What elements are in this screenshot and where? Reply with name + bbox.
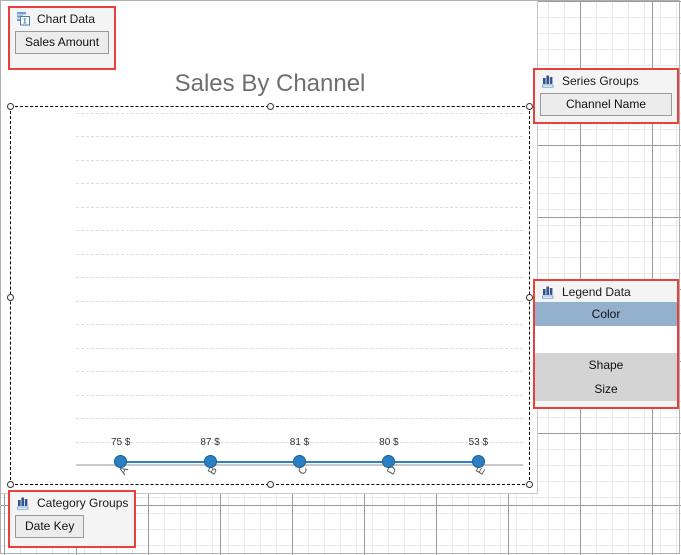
resize-handle-e[interactable] — [526, 294, 533, 301]
category-groups-panel-title: Category Groups — [37, 496, 129, 510]
gridline — [76, 348, 523, 349]
chart-title: Sales By Channel — [174, 70, 366, 97]
chart-data-panel-header: Chart Data — [10, 8, 114, 29]
field-date-key[interactable]: Date Key — [15, 515, 85, 538]
legend-row-color[interactable]: Color — [535, 302, 677, 326]
category-groups-panel-body[interactable]: Date Key — [10, 513, 134, 544]
resize-handle-w[interactable] — [7, 294, 14, 301]
gridline — [76, 160, 523, 161]
gridline — [76, 113, 523, 114]
legend-data-panel-title: Legend Data — [562, 285, 631, 299]
series-groups-panel-title: Series Groups — [562, 74, 639, 88]
legend-row-size[interactable]: Size — [535, 377, 677, 401]
chart-data-icon — [16, 12, 31, 26]
chart-data-panel-title: Chart Data — [37, 12, 96, 26]
legend-row-empty[interactable] — [535, 326, 677, 353]
gridline — [76, 277, 523, 278]
category-groups-panel[interactable]: Category Groups Date Key — [8, 490, 136, 548]
bar-chart-icon — [16, 496, 31, 510]
bar-chart-icon — [541, 285, 556, 299]
legend-data-panel-header: Legend Data — [535, 281, 677, 302]
category-groups-panel-header: Category Groups — [10, 492, 134, 513]
gridline — [76, 230, 523, 231]
gridline — [76, 301, 523, 302]
gridline — [76, 418, 523, 419]
resize-handle-sw[interactable] — [7, 481, 14, 488]
series-groups-panel-body[interactable]: Channel Name — [535, 91, 677, 122]
series-groups-panel-header: Series Groups — [535, 70, 677, 91]
gridline — [76, 254, 523, 255]
chart-data-panel[interactable]: Chart Data Sales Amount — [8, 6, 116, 70]
resize-handle-n[interactable] — [267, 103, 274, 110]
field-sales-amount[interactable]: Sales Amount — [15, 31, 110, 54]
series-line[interactable] — [120, 461, 479, 463]
category-axis-line — [76, 464, 523, 466]
resize-handle-nw[interactable] — [7, 103, 14, 110]
gridline — [76, 207, 523, 208]
field-channel-name[interactable]: Channel Name — [540, 93, 672, 116]
gridline — [76, 183, 523, 184]
chart-data-panel-body[interactable]: Sales Amount — [10, 29, 114, 60]
resize-handle-ne[interactable] — [526, 103, 533, 110]
gridline — [76, 395, 523, 396]
gridline — [76, 324, 523, 325]
resize-handle-s[interactable] — [267, 481, 274, 488]
gridline — [76, 136, 523, 137]
bar-chart-icon — [541, 74, 556, 88]
gridline — [76, 371, 523, 372]
series-groups-panel[interactable]: Series Groups Channel Name — [533, 68, 679, 124]
legend-data-rows[interactable]: Color Shape Size — [535, 302, 677, 401]
plot-area[interactable] — [76, 113, 523, 466]
resize-handle-se[interactable] — [526, 481, 533, 488]
legend-data-panel[interactable]: Legend Data Color Shape Size — [533, 279, 679, 409]
legend-row-shape[interactable]: Shape — [535, 353, 677, 377]
gridline — [76, 442, 523, 443]
